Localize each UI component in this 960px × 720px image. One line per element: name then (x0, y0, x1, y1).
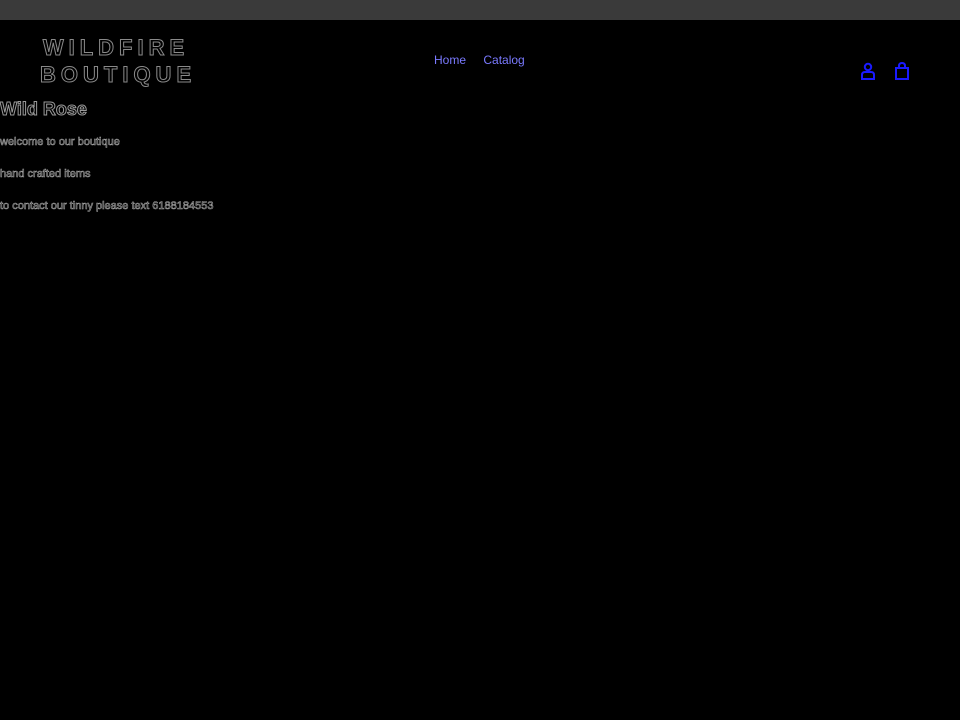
page-title: Wild Rose (0, 99, 87, 120)
welcome-text: welcome to our boutique (0, 136, 120, 149)
main-nav: Home Catalog (434, 53, 539, 67)
logo-line-1: WILDFIRE (42, 35, 190, 61)
top-announcement-bar (0, 0, 960, 20)
contact-text: to contact our tinny please text 6188184… (0, 200, 214, 213)
nav-link-home[interactable]: Home (434, 53, 466, 67)
logo-line-2: BOUTIQUE (40, 62, 197, 88)
cart-icon[interactable] (894, 62, 910, 80)
store-logo[interactable]: WILDFIRE BOUTIQUE (40, 34, 192, 88)
nav-link-catalog[interactable]: Catalog (483, 53, 524, 67)
tagline-text: hand crafted items (0, 168, 91, 181)
account-icon[interactable] (860, 62, 876, 80)
header-icons (860, 62, 910, 80)
